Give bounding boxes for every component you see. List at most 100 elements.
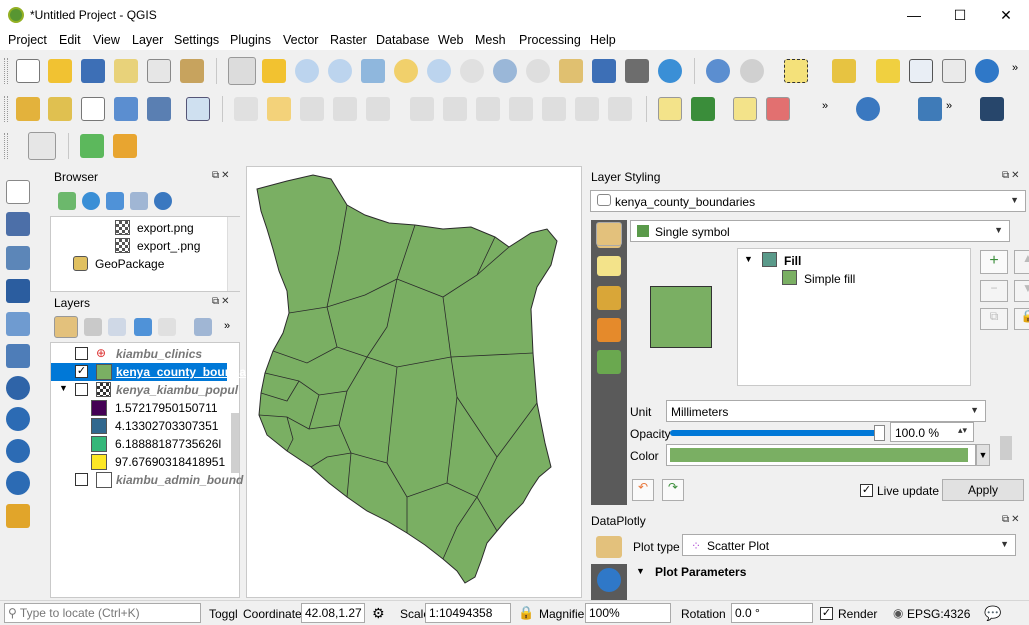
info-icon[interactable] [154, 192, 172, 210]
new-geopackage-layer-icon[interactable] [48, 97, 72, 121]
menu-raster[interactable]: Raster [330, 33, 367, 47]
rotation-spinbox[interactable]: 0.0 ° [731, 603, 813, 623]
deselect-features-icon[interactable] [876, 59, 900, 83]
open-attribute-table-icon[interactable] [909, 59, 933, 83]
3d-view-tab-icon[interactable] [597, 286, 621, 310]
plot-settings-gear-icon[interactable] [597, 568, 621, 592]
dataplotly-scrollbar[interactable] [1016, 540, 1028, 600]
menu-settings[interactable]: Settings [174, 33, 219, 47]
filter-legend-icon[interactable] [134, 318, 152, 336]
color-dropdown-arrow-icon[interactable]: ▼ [976, 444, 990, 466]
toolbar-handle[interactable] [4, 58, 8, 84]
zoom-last-icon[interactable] [493, 59, 517, 83]
plugin-tool-icon[interactable] [113, 134, 137, 158]
zoom-to-layer-icon[interactable] [427, 59, 451, 83]
add-wms-icon[interactable] [6, 407, 30, 431]
add-gpx-icon[interactable] [6, 312, 30, 336]
layer-visibility-checkbox[interactable]: ✓ [75, 365, 88, 378]
spin-arrows-icon[interactable]: ▴▾ [958, 425, 967, 436]
panel-float-close-icon[interactable]: ⧉✕ [1002, 514, 1022, 525]
pan-hand-icon[interactable] [228, 57, 256, 85]
kenya-county-map[interactable] [247, 167, 583, 599]
lock-scale-icon[interactable]: 🔒 [518, 605, 534, 621]
magnifier-spinbox[interactable]: 100% [585, 603, 671, 623]
add-wfs-icon[interactable] [6, 471, 30, 495]
scrollbar-thumb[interactable] [1000, 436, 1012, 460]
toolbar-overflow-icon[interactable]: » [822, 100, 834, 118]
add-delimited-text-icon[interactable] [6, 279, 30, 303]
plot-parameters-header[interactable]: Plot Parameters [655, 565, 746, 579]
menu-web[interactable]: Web [438, 33, 463, 47]
unit-combo[interactable]: Millimeters ▼ [666, 400, 986, 422]
data-source-manager-icon[interactable] [16, 97, 40, 121]
expand-arrow-icon[interactable]: ▼ [59, 383, 68, 393]
style-manager-icon[interactable] [180, 59, 204, 83]
toggle-extents-button[interactable]: Toggl [209, 607, 238, 621]
filter-expression-icon[interactable] [158, 318, 176, 336]
panel-float-close-icon[interactable]: ⧉✕ [212, 170, 232, 181]
layer-visibility-checkbox[interactable] [75, 383, 88, 396]
digitize-pen-icon[interactable] [114, 97, 138, 121]
zoom-full-icon[interactable] [361, 59, 385, 83]
minimize-button[interactable]: — [891, 0, 937, 30]
refresh-icon[interactable] [82, 192, 100, 210]
render-checkbox[interactable]: ✓ [820, 607, 833, 620]
opacity-slider-handle[interactable] [874, 425, 885, 441]
expand-arrow-icon[interactable]: ▼ [636, 566, 645, 576]
browser-scrollbar[interactable] [227, 217, 240, 291]
quickmapservices-icon[interactable] [80, 134, 104, 158]
undo-style-button[interactable]: ↶ [632, 479, 654, 501]
identify-features-icon[interactable] [706, 59, 730, 83]
add-spatialite-icon[interactable] [6, 344, 30, 368]
add-selected-icon[interactable] [58, 192, 76, 210]
menu-database[interactable]: Database [376, 33, 430, 47]
toolbar-overflow-icon[interactable]: » [1012, 62, 1024, 80]
add-vector-layer-icon[interactable] [6, 180, 30, 204]
tree-item-simple-fill[interactable]: Simple fill [782, 270, 962, 288]
panel-float-close-icon[interactable]: ⧉✕ [212, 296, 232, 307]
live-update-checkbox[interactable]: ✓ [860, 484, 873, 497]
opacity-spinbox[interactable]: 100.0 % ▴▾ [890, 422, 974, 442]
toolbar-overflow-icon[interactable]: » [224, 320, 236, 336]
menu-help[interactable]: Help [590, 33, 616, 47]
crs-globe-icon[interactable]: ◉ [893, 606, 903, 620]
layer-row[interactable]: ▼ kenya_kiambu_popul [51, 381, 238, 399]
zoom-in-icon[interactable] [295, 59, 319, 83]
renderer-combo[interactable]: Single symbol ▼ [630, 220, 1010, 242]
menu-project[interactable]: Project [8, 33, 47, 47]
show-bookmarks-icon[interactable] [625, 59, 649, 83]
pan-to-selection-icon[interactable] [262, 59, 286, 83]
messages-icon[interactable]: 💬 [984, 605, 1001, 622]
properties-scrollbar[interactable] [1000, 394, 1012, 468]
dataplotly-chart-icon[interactable] [28, 132, 56, 160]
filter-icon[interactable] [106, 192, 124, 210]
select-features-icon[interactable] [784, 59, 808, 83]
menu-mesh[interactable]: Mesh [475, 33, 506, 47]
scale-field[interactable]: 1:10494358 [425, 603, 511, 623]
plot-style-icon[interactable] [596, 536, 622, 558]
layer-visibility-checkbox[interactable] [75, 347, 88, 360]
layer-row-selected[interactable]: ✓ kenya_county_bounda [51, 363, 246, 381]
locator-search-input[interactable]: ⚲ Type to locate (Ctrl+K) [4, 603, 201, 623]
new-bookmark-icon[interactable] [592, 59, 616, 83]
add-raster-layer-icon[interactable] [147, 97, 171, 121]
add-raster-layer-icon[interactable] [6, 212, 30, 236]
map-canvas[interactable] [246, 166, 582, 598]
add-vector-layer-icon[interactable] [81, 97, 105, 121]
new-print-layout-icon[interactable] [114, 59, 138, 83]
menu-layer[interactable]: Layer [132, 33, 163, 47]
add-mesh-layer-icon[interactable] [6, 246, 30, 270]
crs-button[interactable]: EPSG:4326 [907, 607, 970, 621]
new-map-view-icon[interactable] [559, 59, 583, 83]
redo-style-button[interactable]: ↷ [662, 479, 684, 501]
save-project-icon[interactable] [81, 59, 105, 83]
label-abc-icon[interactable] [658, 97, 682, 121]
apply-button[interactable]: Apply [942, 479, 1024, 501]
add-postgis-icon[interactable] [6, 376, 30, 400]
toolbar-overflow-icon[interactable]: » [946, 100, 958, 118]
layers-scrollbar[interactable] [231, 413, 239, 473]
menu-plugins[interactable]: Plugins [230, 33, 271, 47]
metasearch-globe-icon[interactable] [856, 97, 880, 121]
color-button[interactable] [666, 444, 976, 466]
show-hide-labels-icon[interactable] [766, 97, 790, 121]
